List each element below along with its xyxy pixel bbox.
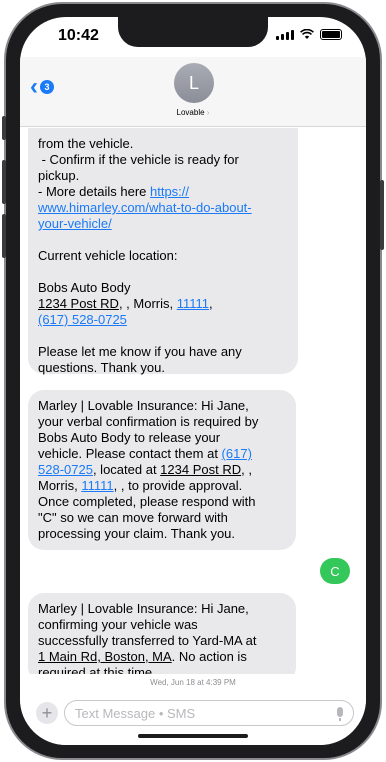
message-line: "C" so we can move forward with [38,510,228,525]
message-line: pickup. [38,168,80,183]
signal-icon [276,29,294,40]
message-line: Current vehicle location: [38,248,178,263]
zip-link[interactable]: 11111 [177,296,209,311]
message-bubble-incoming[interactable]: Marley | Lovable Insurance: Hi Jane, con… [28,593,296,674]
chevron-right-icon: › [206,108,210,117]
message-line: Marley | Lovable Insurance: Hi Jane, [38,601,249,616]
phone-link[interactable]: (617) [222,446,252,461]
avatar[interactable]: L [174,63,214,103]
avatar-initial: L [188,72,199,93]
message-input[interactable]: Text Message • SMS [64,700,354,726]
message-timestamp: Wed, Jun 18 at 4:39 PM [150,678,236,687]
message-line: www.himarley.com/what-to-do-about- [38,200,288,216]
message-line: 1 Main Rd, Boston, MA. No action is [38,649,247,664]
status-time: 10:42 [58,27,99,44]
message-input-placeholder: Text Message • SMS [75,705,196,721]
message-line: - More details here https:// [38,184,190,199]
message-line: 528-0725, located at 1234 Post RD, , [38,462,252,477]
message-bubble-incoming[interactable]: from the vehicle. - Confirm if the vehic… [28,128,298,375]
message-line: Morris, 11111, , to provide approval. [38,478,243,493]
home-indicator [138,734,248,738]
message-line: processing your claim. Thank you. [38,526,236,541]
message-line: vehicle. Please contact them at (617) [38,446,252,461]
address-link[interactable]: 1234 Post RD [160,462,241,477]
input-bar: + Text Message • SMS [20,694,366,745]
zip-link[interactable]: 11111 [81,478,113,493]
notch [118,17,268,47]
address-link[interactable]: 1 Main Rd, Boston, MA [38,649,172,664]
message-bubble-outgoing[interactable]: C [320,558,350,584]
message-line: 1234 Post RD, , Morris, 11111, [38,296,213,311]
message-text: C [330,563,340,579]
plus-icon: + [41,702,53,723]
mute-switch [2,116,6,140]
message-line: required at this time. [38,665,156,674]
message-line: confirming your vehicle was [38,617,198,632]
message-line: Once completed, please respond with [38,494,256,509]
contact-name-label: Lovable [176,108,205,117]
message-line: Please let me know if you have any [38,344,242,359]
message-bubble-incoming[interactable]: Marley | Lovable Insurance: Hi Jane, you… [28,390,296,550]
message-line: Bobs Auto Body to release your [38,430,221,445]
volume-down-button [2,214,6,258]
message-line: your verbal confirmation is required by [38,414,259,429]
power-button [380,180,384,250]
message-line: from the vehicle. [38,136,134,151]
message-line: Bobs Auto Body [38,280,131,295]
message-line: - Confirm if the vehicle is ready for [38,152,239,167]
address-link[interactable]: 1234 Post RD [38,296,119,311]
chevron-left-icon: ‹ [30,73,38,100]
message-line: (617) 528-0725 [38,312,288,328]
phone-link[interactable]: 528-0725 [38,462,93,477]
message-line: Marley | Lovable Insurance: Hi Jane, [38,398,249,413]
volume-up-button [2,160,6,204]
back-button[interactable]: ‹ 3 [30,75,54,99]
message-line: questions. Thank you. [38,360,165,375]
wifi-icon [300,29,314,39]
status-icons [276,29,342,40]
message-list[interactable]: from the vehicle. - Confirm if the vehic… [20,128,366,674]
contact-name[interactable]: Lovable › [20,108,366,117]
phone-link[interactable]: (617) 528-0725 [38,312,127,327]
unread-badge: 3 [40,80,54,94]
battery-icon [320,29,342,40]
conversation-header: ‹ 3 L Lovable › [20,57,366,127]
url-link[interactable]: your-vehicle/ [38,216,112,231]
microphone-icon[interactable] [337,707,343,721]
message-line: your-vehicle/ [38,216,288,232]
plus-button[interactable]: + [36,702,58,724]
url-link[interactable]: https:// [150,184,189,199]
message-line: successfully transferred to Yard-MA at [38,633,257,648]
url-link[interactable]: www.himarley.com/what-to-do-about- [38,200,252,215]
phone-screen: 10:42 ‹ 3 L Lovable › from the vehicle. … [20,17,366,745]
